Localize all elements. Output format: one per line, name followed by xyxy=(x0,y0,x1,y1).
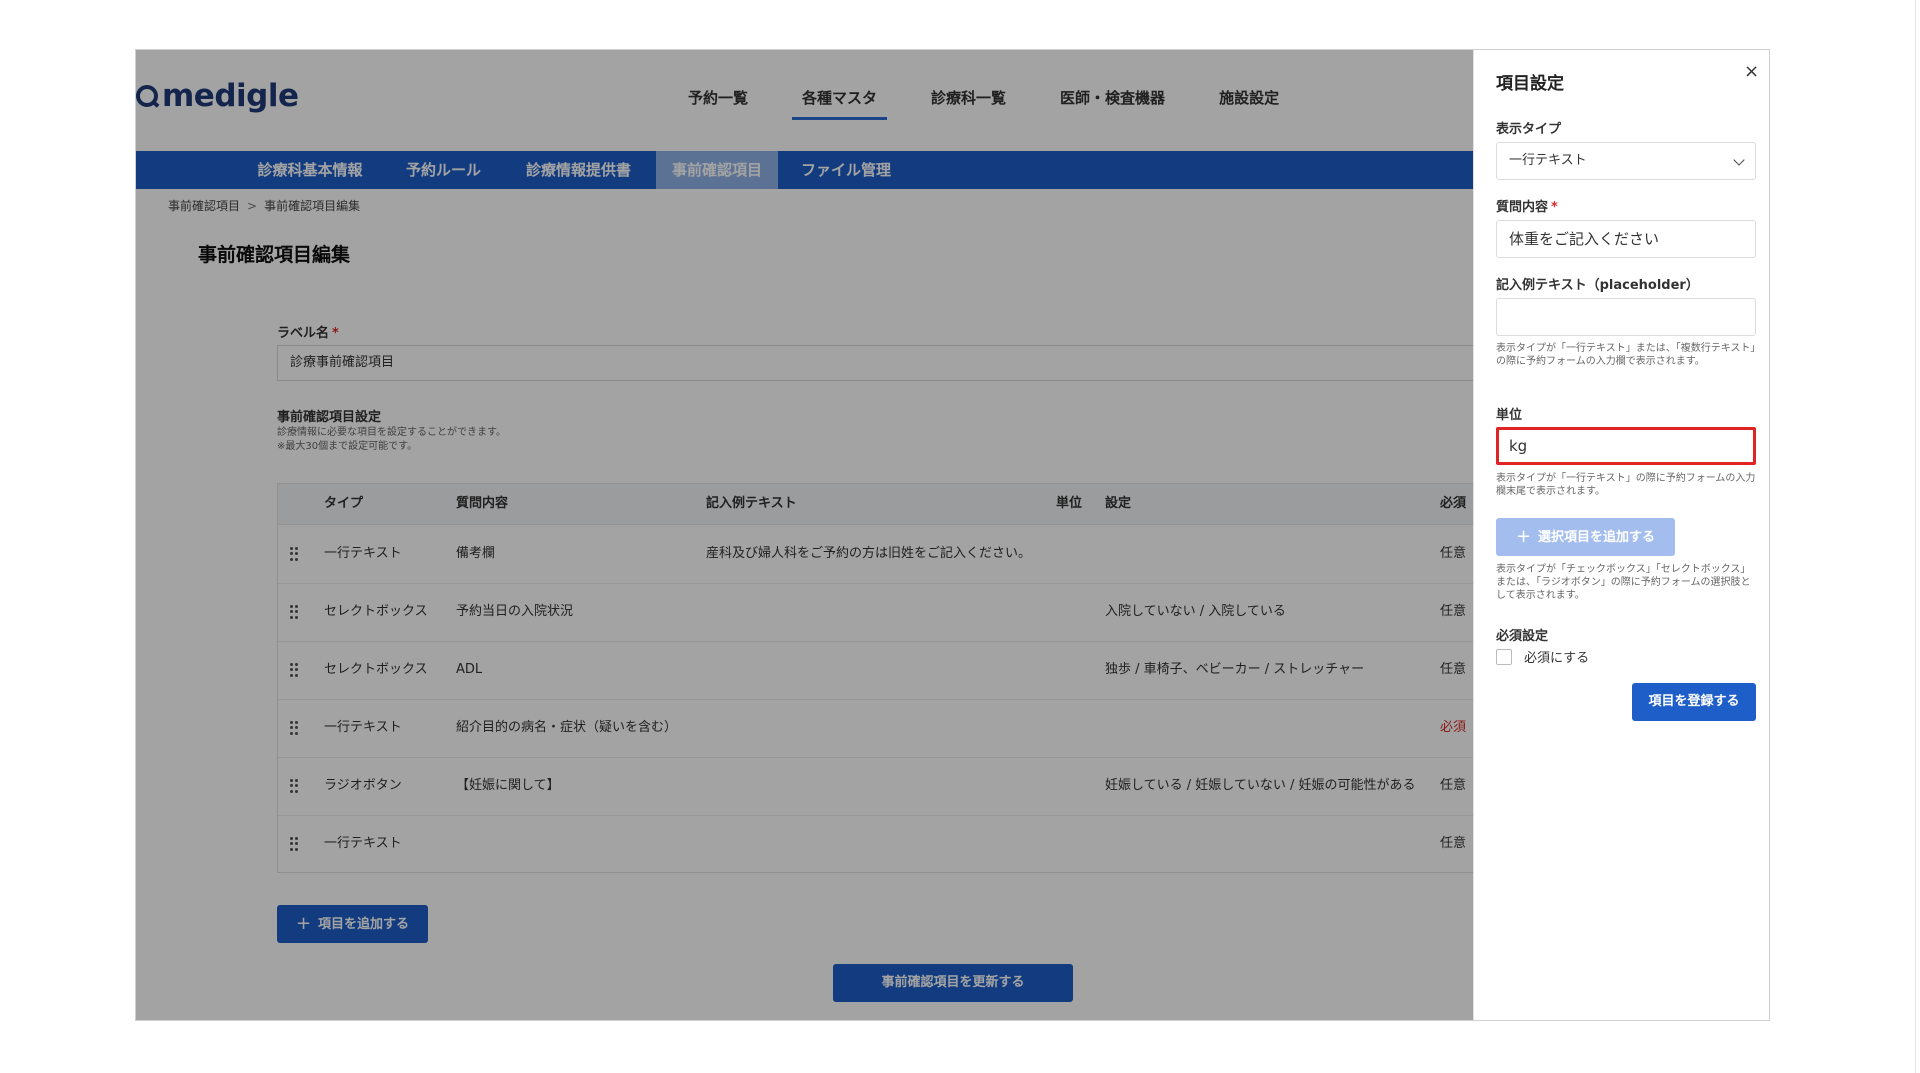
row-type: 一行テキスト xyxy=(324,546,402,561)
table-row[interactable]: ラジオボタン 【妊娠に関して】 妊娠している / 妊娠していない / 妊娠の可能… xyxy=(278,757,1473,816)
row-question: 紹介目的の病名・症状（疑いを含む） xyxy=(456,720,678,735)
row-type: 一行テキスト xyxy=(324,836,402,851)
row-required: 任意 xyxy=(1440,662,1467,677)
top-nav-facility-settings[interactable]: 施設設定 xyxy=(1192,50,1306,150)
unit-help: 表示タイプが「一行テキスト」の際に予約フォームの入力欄末尾で表示されます。 xyxy=(1496,473,1756,497)
page-title: 事前確認項目編集 xyxy=(198,244,351,266)
panel-title: 項目設定 xyxy=(1496,74,1564,94)
row-required: 任意 xyxy=(1440,604,1467,619)
sub-nav-referral-letter[interactable]: 診療情報提供書 xyxy=(501,151,656,189)
update-pre-check-items-button[interactable]: 事前確認項目を更新する xyxy=(833,964,1073,1002)
table-row[interactable]: セレクトボックス ADL 独歩 / 車椅子、ベビーカー / ストレッチャー 任意 xyxy=(278,641,1473,700)
row-question: ADL xyxy=(456,662,483,677)
drag-handle-icon[interactable] xyxy=(290,837,298,851)
row-type: ラジオボタン xyxy=(324,778,402,793)
display-type-value: 一行テキスト xyxy=(1509,153,1587,168)
table-row[interactable]: 一行テキスト 紹介目的の病名・症状（疑いを含む） 必須 xyxy=(278,699,1473,758)
question-label: 質問内容 * xyxy=(1496,200,1558,215)
row-setting: 妊娠している / 妊娠していない / 妊娠の可能性がある xyxy=(1105,778,1416,793)
add-item-button[interactable]: + 項目を追加する xyxy=(277,905,428,943)
logo[interactable]: medigle xyxy=(136,76,299,116)
label-name-input[interactable]: 診療事前確認項目 xyxy=(277,345,1473,381)
sub-nav-pre-check-items[interactable]: 事前確認項目 xyxy=(656,151,778,189)
settings-title: 事前確認項目設定 xyxy=(277,410,382,425)
logo-text: medigle xyxy=(162,78,299,114)
top-nav-departments[interactable]: 診療科一覧 xyxy=(904,50,1033,150)
row-setting: 独歩 / 車椅子、ベビーカー / ストレッチャー xyxy=(1105,662,1365,677)
plus-icon: + xyxy=(295,913,312,934)
placeholder-help: 表示タイプが「一行テキスト」または、「複数行テキスト」の際に予約フォームの入力欄… xyxy=(1496,343,1756,367)
sub-nav-basic-info[interactable]: 診療科基本情報 xyxy=(234,151,386,189)
breadcrumb-separator: > xyxy=(247,199,258,213)
display-type-label: 表示タイプ xyxy=(1496,122,1562,137)
required-checkbox-label[interactable]: 必須にする xyxy=(1524,647,1589,666)
sub-nav-file-management[interactable]: ファイル管理 xyxy=(778,151,914,189)
table-header: タイプ 質問内容 記入例テキスト 単位 設定 必須 xyxy=(278,484,1473,525)
row-required: 任意 xyxy=(1440,778,1467,793)
header-unit: 単位 xyxy=(1056,496,1083,511)
top-nav-reservations[interactable]: 予約一覧 xyxy=(661,50,775,150)
header-required: 必須 xyxy=(1440,496,1467,511)
unit-input[interactable]: kg xyxy=(1496,427,1756,465)
app-window: medigle 予約一覧 各種マスタ 診療科一覧 医師・検査機器 施設設定 診療… xyxy=(135,49,1770,1021)
breadcrumb: 事前確認項目 > 事前確認項目編集 xyxy=(168,197,360,214)
breadcrumb-parent-link[interactable]: 事前確認項目 xyxy=(168,199,240,213)
row-type: 一行テキスト xyxy=(324,720,402,735)
row-example: 産科及び婦人科をご予約の方は旧姓をご記入ください。 xyxy=(706,546,1032,561)
row-question: 備考欄 xyxy=(456,546,496,561)
row-type: セレクトボックス xyxy=(324,662,428,677)
required-setting-label: 必須設定 xyxy=(1496,629,1549,644)
display-type-select[interactable]: 一行テキスト xyxy=(1496,142,1756,180)
settings-help: 診療情報に必要な項目を設定することができます。 ※最大30個まで設定可能です。 xyxy=(277,427,506,452)
header-question: 質問内容 xyxy=(456,496,509,511)
row-question: 【妊娠に関して】 xyxy=(456,778,560,793)
top-nav: 予約一覧 各種マスタ 診療科一覧 医師・検査機器 施設設定 xyxy=(661,50,1306,150)
header-setting: 設定 xyxy=(1105,496,1132,511)
drag-handle-icon[interactable] xyxy=(290,779,298,793)
required-checkbox[interactable] xyxy=(1496,649,1512,665)
row-required: 必須 xyxy=(1440,720,1467,735)
screen-edge-divider xyxy=(1915,0,1916,1073)
top-nav-doctors-equipment[interactable]: 医師・検査機器 xyxy=(1033,50,1192,150)
row-type: セレクトボックス xyxy=(324,604,428,619)
drag-handle-icon[interactable] xyxy=(290,547,298,561)
header-example: 記入例テキスト xyxy=(706,496,797,511)
drag-handle-icon[interactable] xyxy=(290,663,298,677)
row-required: 任意 xyxy=(1440,546,1467,561)
register-item-button[interactable]: 項目を登録する xyxy=(1632,683,1756,721)
row-required: 任意 xyxy=(1440,836,1467,851)
top-nav-masters[interactable]: 各種マスタ xyxy=(775,50,904,150)
add-option-button[interactable]: + 選択項目を追加する xyxy=(1496,518,1675,556)
label-name-label: ラベル名 * xyxy=(277,326,339,341)
option-help: 表示タイプが「チェックボックス」「セレクトボックス」または、「ラジオボタン」の際… xyxy=(1496,564,1751,601)
chevron-down-icon xyxy=(1733,154,1745,166)
pre-check-items-table: タイプ 質問内容 記入例テキスト 単位 設定 必須 一行テキスト 備考欄 産科及… xyxy=(277,483,1473,873)
item-settings-panel: 項目設定 × 表示タイプ 一行テキスト 質問内容 * 体重をご記入ください 記入例… xyxy=(1473,50,1769,1020)
row-question: 予約当日の入院状況 xyxy=(456,604,574,619)
main-page: medigle 予約一覧 各種マスタ 診療科一覧 医師・検査機器 施設設定 診療… xyxy=(136,50,1473,1020)
sub-nav: 診療科基本情報 予約ルール 診療情報提供書 事前確認項目 ファイル管理 xyxy=(136,151,1473,189)
drag-handle-icon[interactable] xyxy=(290,721,298,735)
close-icon[interactable]: × xyxy=(1744,61,1759,82)
table-row[interactable]: 一行テキスト 備考欄 産科及び婦人科をご予約の方は旧姓をご記入ください。 任意 xyxy=(278,525,1473,584)
table-row[interactable]: セレクトボックス 予約当日の入院状況 入院していない / 入院している 任意 xyxy=(278,583,1473,642)
placeholder-label: 記入例テキスト（placeholder） xyxy=(1496,278,1699,293)
drag-handle-icon[interactable] xyxy=(290,605,298,619)
breadcrumb-current: 事前確認項目編集 xyxy=(264,199,361,213)
unit-label: 単位 xyxy=(1496,408,1523,423)
logo-magnifier-icon xyxy=(136,85,158,107)
sub-nav-reservation-rules[interactable]: 予約ルール xyxy=(386,151,501,189)
table-row[interactable]: 一行テキスト 任意 xyxy=(278,815,1473,873)
plus-icon: + xyxy=(1515,526,1532,547)
header-type: タイプ xyxy=(324,496,364,511)
question-input[interactable]: 体重をご記入ください xyxy=(1496,220,1756,258)
placeholder-input[interactable] xyxy=(1496,298,1756,336)
row-setting: 入院していない / 入院している xyxy=(1105,604,1286,619)
